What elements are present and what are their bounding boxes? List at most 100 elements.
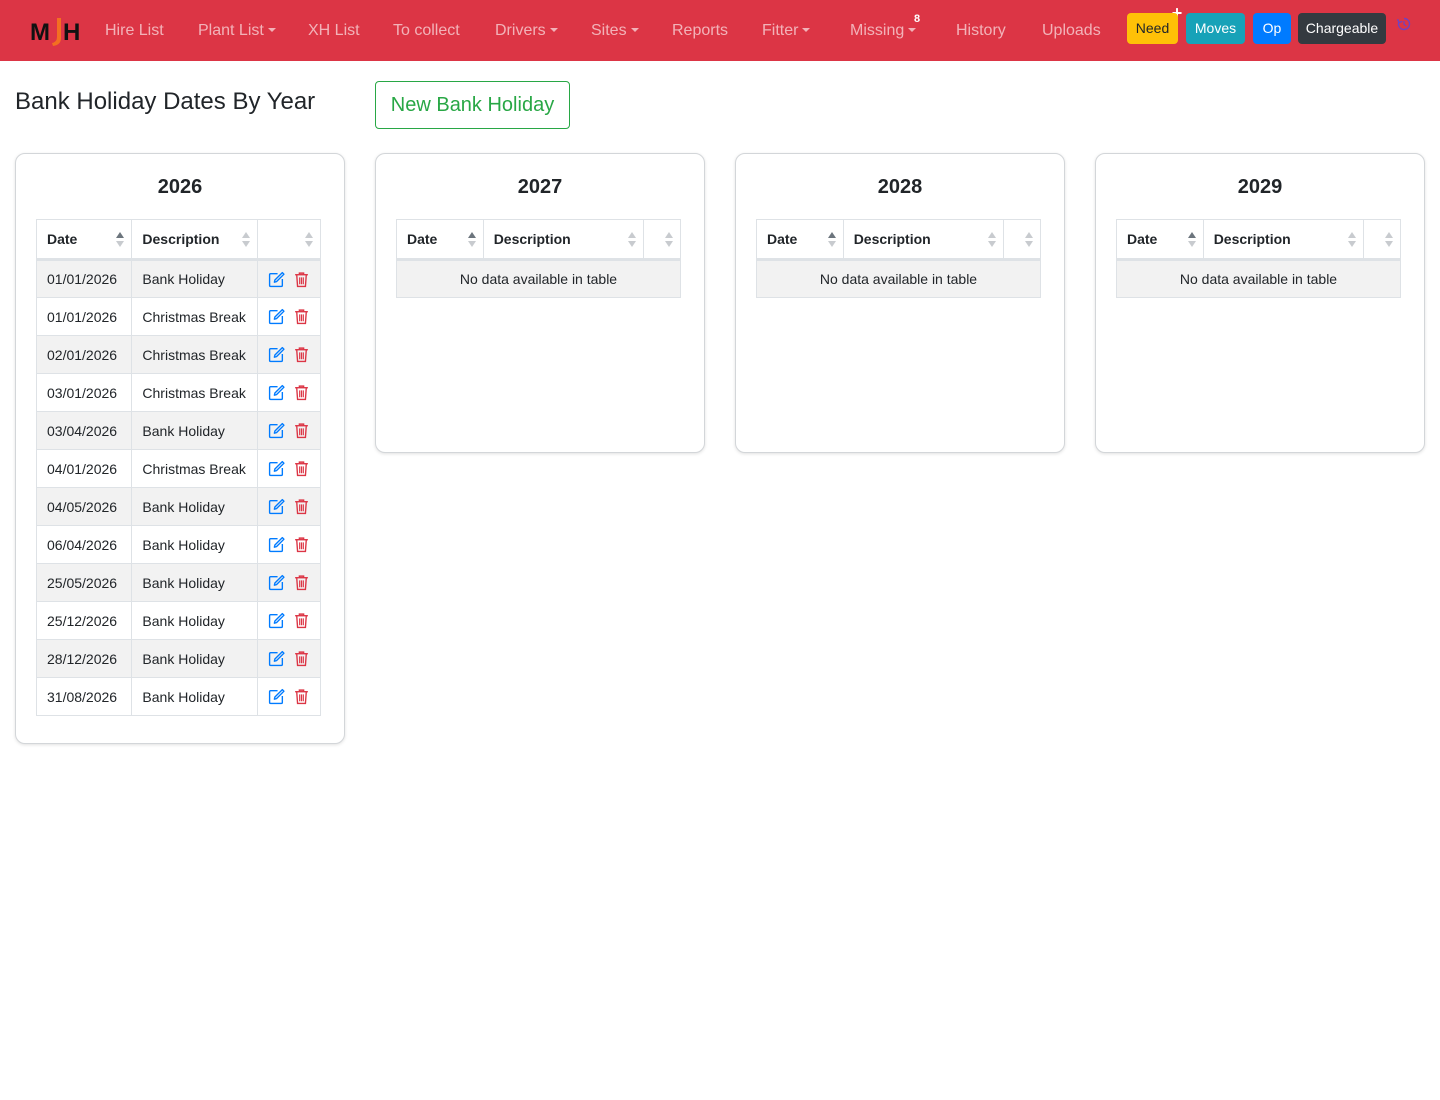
brand-logo[interactable]: M H <box>30 14 84 48</box>
description-column-header[interactable]: Description <box>131 219 258 261</box>
date-cell: 01/01/2026 <box>35 259 133 298</box>
nav-item-sites[interactable]: Sites <box>591 0 639 61</box>
year-heading: 2028 <box>877 176 923 198</box>
bank-holiday-table: Date Description No data available in tabl… <box>396 219 681 298</box>
trash-icon[interactable] <box>293 498 310 515</box>
description-cell: Christmas Break <box>131 297 258 336</box>
table-header-row: Date Description <box>396 219 681 261</box>
trash-icon[interactable] <box>293 650 310 667</box>
sort-icon <box>988 232 997 248</box>
trash-icon[interactable] <box>293 308 310 325</box>
date-cell: 03/04/2026 <box>35 411 133 450</box>
op-button[interactable]: Op <box>1253 13 1291 44</box>
nav-item-reports[interactable]: Reports <box>672 0 728 61</box>
nav-item-label: Sites <box>591 22 627 39</box>
edit-icon[interactable] <box>268 536 285 553</box>
edit-icon[interactable] <box>268 612 285 629</box>
year-heading: 2027 <box>517 176 563 198</box>
edit-icon[interactable] <box>268 271 285 288</box>
edit-icon[interactable] <box>268 498 285 515</box>
description-cell: Bank Holiday <box>131 639 258 678</box>
date-column-header[interactable]: Date <box>396 219 484 261</box>
edit-icon[interactable] <box>268 422 285 439</box>
trash-icon[interactable] <box>293 384 310 401</box>
date-cell: 03/01/2026 <box>35 373 133 412</box>
nav-item-label: Uploads <box>1042 22 1101 39</box>
description-column-header[interactable]: Description <box>842 219 1005 261</box>
caret-down-icon <box>908 28 917 32</box>
new-bank-holiday-button[interactable]: New Bank Holiday <box>375 81 570 129</box>
date-header-label: Date <box>407 231 438 247</box>
nav-item-xh-list[interactable]: XH List <box>308 0 360 61</box>
need-button[interactable]: Need <box>1127 13 1178 44</box>
nav-item-label: To collect <box>393 22 460 39</box>
actions-column-header[interactable] <box>256 219 322 261</box>
nav-item-history[interactable]: History <box>956 0 1006 61</box>
nav-item-drivers[interactable]: Drivers <box>495 0 558 61</box>
edit-icon[interactable] <box>268 650 285 667</box>
date-cell: 01/01/2026 <box>35 297 133 336</box>
moves-button[interactable]: Moves <box>1186 13 1245 44</box>
date-column-header[interactable]: Date <box>1116 219 1204 261</box>
trash-icon[interactable] <box>293 271 310 288</box>
description-cell: Christmas Break <box>131 373 258 412</box>
trash-icon[interactable] <box>293 612 310 629</box>
nav-item-fitter[interactable]: Fitter <box>762 0 811 61</box>
actions-cell <box>256 449 322 488</box>
trash-icon[interactable] <box>293 688 310 705</box>
description-cell: Christmas Break <box>131 449 258 488</box>
nav-item-missing[interactable]: Missing 8 <box>850 0 920 61</box>
date-cell: 31/08/2026 <box>35 677 133 716</box>
caret-down-icon <box>802 28 811 32</box>
sort-ascending-icon <box>467 232 476 248</box>
sort-icon <box>665 232 673 248</box>
trash-icon[interactable] <box>293 460 310 477</box>
date-cell: 25/05/2026 <box>35 563 133 602</box>
edit-icon[interactable] <box>268 460 285 477</box>
actions-column-header[interactable] <box>1003 219 1041 261</box>
edit-icon[interactable] <box>268 308 285 325</box>
table-row: 02/01/2026 Christmas Break <box>35 335 322 374</box>
chargeable-button[interactable]: Chargeable <box>1298 13 1386 44</box>
refresh-icon[interactable] <box>1396 16 1412 32</box>
actions-cell <box>256 639 322 678</box>
page-title: Bank Holiday Dates By Year <box>15 88 316 115</box>
description-column-header[interactable]: Description <box>1202 219 1365 261</box>
trash-icon[interactable] <box>293 536 310 553</box>
date-cell: 25/12/2026 <box>35 601 133 640</box>
trash-icon[interactable] <box>293 574 310 591</box>
edit-icon[interactable] <box>268 688 285 705</box>
table-header-row: Date Description <box>35 219 322 261</box>
nav-item-uploads[interactable]: Uploads <box>1042 0 1101 61</box>
sort-icon <box>1348 232 1357 248</box>
actions-column-header[interactable] <box>1363 219 1401 261</box>
trash-icon[interactable] <box>293 346 310 363</box>
empty-row: No data available in table <box>396 259 681 298</box>
bank-holiday-table: Date Description No data available in tabl… <box>1116 219 1401 298</box>
actions-cell <box>256 297 322 336</box>
edit-icon[interactable] <box>268 346 285 363</box>
caret-down-icon <box>630 28 639 32</box>
nav-item-label: Drivers <box>495 22 546 39</box>
nav-item-to-collect[interactable]: To collect <box>393 0 460 61</box>
nav-item-label: XH List <box>308 22 360 39</box>
empty-row: No data available in table <box>756 259 1041 298</box>
description-column-header[interactable]: Description <box>482 219 645 261</box>
actions-cell <box>256 373 322 412</box>
date-cell: 28/12/2026 <box>35 639 133 678</box>
actions-cell <box>256 677 322 716</box>
nav-item-hire-list[interactable]: Hire List <box>105 0 164 61</box>
trash-icon[interactable] <box>293 422 310 439</box>
table-row: 28/12/2026 Bank Holiday <box>35 639 322 678</box>
actions-column-header[interactable] <box>643 219 681 261</box>
actions-cell <box>256 525 322 564</box>
year-card-2028: 2028 Date Description No data available in … <box>735 153 1065 453</box>
edit-icon[interactable] <box>268 574 285 591</box>
edit-icon[interactable] <box>268 384 285 401</box>
date-column-header[interactable]: Date <box>35 219 133 261</box>
actions-cell <box>256 259 322 298</box>
empty-table-message: No data available in table <box>1116 259 1401 298</box>
date-column-header[interactable]: Date <box>756 219 844 261</box>
nav-item-plant-list[interactable]: Plant List <box>198 0 276 61</box>
table-row: 04/05/2026 Bank Holiday <box>35 487 322 526</box>
